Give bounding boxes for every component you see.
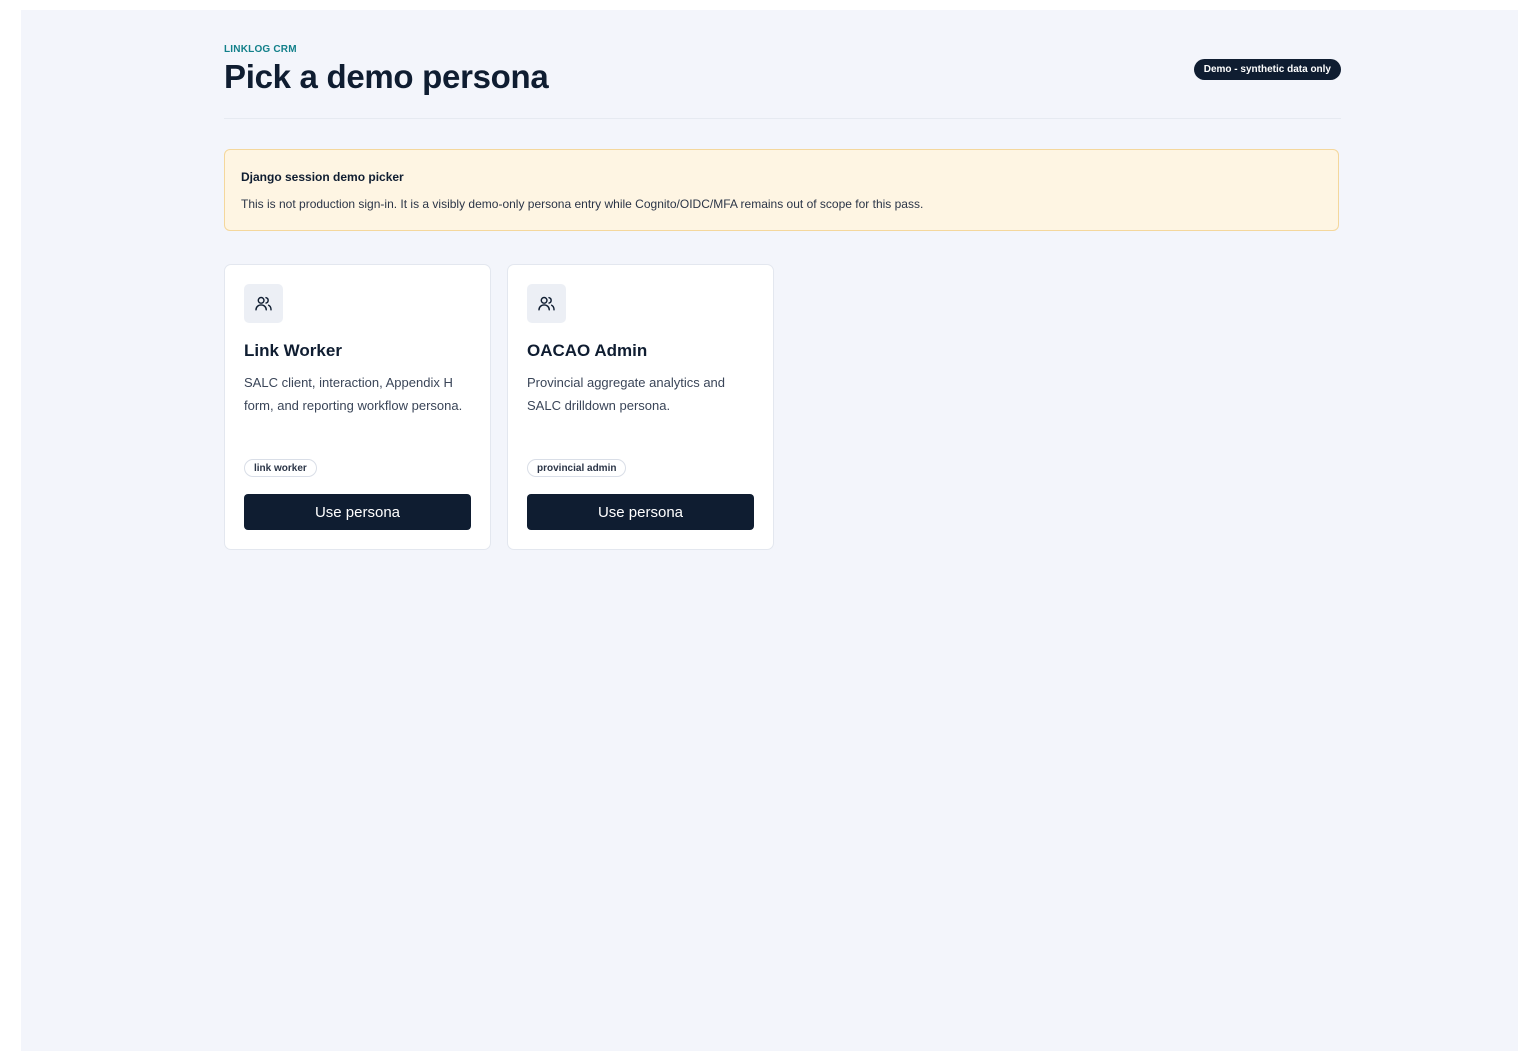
use-persona-button-oacao-admin[interactable]: Use persona <box>527 494 754 530</box>
persona-card-oacao-admin: OACAO Admin Provincial aggregate analyti… <box>507 264 774 550</box>
persona-role-tag: link worker <box>244 459 317 477</box>
demo-badge: Demo - synthetic data only <box>1193 59 1341 80</box>
persona-description: Provincial aggregate analytics and SALC … <box>527 375 726 413</box>
persona-role-tag: provincial admin <box>527 459 627 477</box>
app-name: LINKLOG CRM <box>224 44 297 55</box>
page-header: LINKLOG CRM Pick a demo persona Demo - s… <box>224 10 1341 119</box>
persona-card-link-worker: Link Worker SALC client, interaction, Ap… <box>224 264 491 550</box>
users-icon <box>244 284 283 323</box>
main-content: LINKLOG CRM Pick a demo persona Demo - s… <box>224 10 1341 550</box>
notice-title: Django session demo picker <box>241 170 404 184</box>
use-persona-button-link-worker[interactable]: Use persona <box>244 494 471 530</box>
persona-name: OACAO Admin <box>527 341 648 360</box>
page-title: Pick a demo persona <box>224 58 549 95</box>
persona-name: Link Worker <box>244 341 342 360</box>
notice-body: This is not production sign-in. It is a … <box>241 197 924 211</box>
page-background: LINKLOG CRM Pick a demo persona Demo - s… <box>21 10 1518 1051</box>
users-icon <box>527 284 566 323</box>
demo-notice: Django session demo picker This is not p… <box>224 149 1339 231</box>
persona-description: SALC client, interaction, Appendix H for… <box>244 375 463 413</box>
